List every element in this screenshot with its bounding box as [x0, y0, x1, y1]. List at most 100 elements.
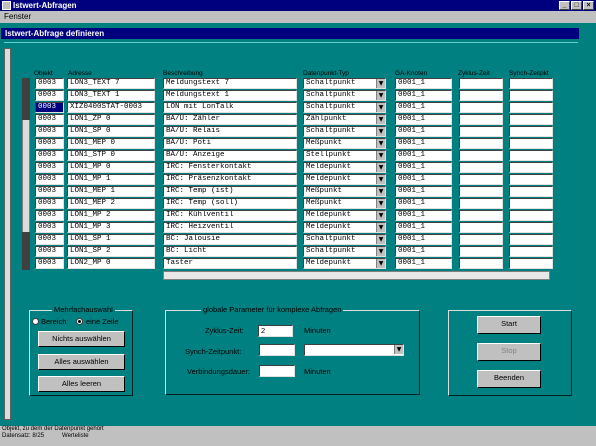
- cell-synch-zeitpkt[interactable]: [509, 258, 553, 269]
- cell-ga-knoten[interactable]: 0001_1: [395, 162, 452, 173]
- zyklus-zeit-input[interactable]: 2: [258, 325, 293, 337]
- cell-ga-knoten[interactable]: 0001_1: [395, 102, 452, 113]
- cell-zyklus-zeit[interactable]: [459, 210, 503, 221]
- chevron-down-icon[interactable]: ▼: [376, 115, 385, 124]
- cell-adresse[interactable]: LON1_SP 1: [67, 234, 155, 245]
- bereich-radio[interactable]: [32, 318, 39, 325]
- cell-adresse[interactable]: LON3_TEXT 7: [67, 78, 155, 89]
- cell-objekt[interactable]: 0003: [35, 90, 64, 101]
- cell-beschreibung[interactable]: IRC: Temp (ist): [163, 186, 297, 197]
- cell-beschreibung[interactable]: LON mit LonTalk: [163, 102, 297, 113]
- alles-leeren-button[interactable]: Alles leeren: [38, 376, 125, 392]
- stop-button[interactable]: Stop: [477, 343, 541, 361]
- chevron-down-icon[interactable]: ▼: [376, 259, 385, 268]
- cell-datenpunkt-typ[interactable]: Meldepunkt ▼: [303, 210, 386, 221]
- chevron-down-icon[interactable]: ▼: [376, 103, 385, 112]
- cell-synch-zeitpkt[interactable]: [509, 246, 553, 257]
- cell-objekt[interactable]: 0003: [35, 102, 64, 113]
- cell-adresse[interactable]: LON1_ZP 0: [67, 114, 155, 125]
- nichts-auswaehlen-button[interactable]: Nichts auswählen: [38, 331, 125, 347]
- cell-zyklus-zeit[interactable]: [459, 102, 503, 113]
- cell-synch-zeitpkt[interactable]: [509, 114, 553, 125]
- maximize-button[interactable]: □: [571, 1, 582, 10]
- cell-datenpunkt-typ[interactable]: Meßpunkt ▼: [303, 198, 386, 209]
- cell-objekt[interactable]: 0003: [35, 246, 64, 257]
- cell-datenpunkt-typ[interactable]: Schaltpunkt ▼: [303, 126, 386, 137]
- alles-auswaehlen-button[interactable]: Alles auswählen: [38, 354, 125, 370]
- cell-beschreibung[interactable]: BC: Jalousie: [163, 234, 297, 245]
- cell-ga-knoten[interactable]: 0001_1: [395, 198, 452, 209]
- chevron-down-icon[interactable]: ▼: [376, 223, 385, 232]
- cell-zyklus-zeit[interactable]: [459, 234, 503, 245]
- cell-adresse[interactable]: LON1_STP 0: [67, 150, 155, 161]
- cell-adresse[interactable]: LON1_MP 3: [67, 222, 155, 233]
- grid-horizontal-scrollbar[interactable]: [163, 271, 550, 280]
- beenden-button[interactable]: Beenden: [477, 370, 541, 388]
- cell-adresse[interactable]: LON1_MEP 2: [67, 198, 155, 209]
- cell-synch-zeitpkt[interactable]: [509, 174, 553, 185]
- app-icon[interactable]: [2, 1, 11, 10]
- cell-ga-knoten[interactable]: 0001_1: [395, 174, 452, 185]
- cell-datenpunkt-typ[interactable]: Meßpunkt ▼: [303, 186, 386, 197]
- cell-zyklus-zeit[interactable]: [459, 162, 503, 173]
- chevron-down-icon[interactable]: ▼: [376, 127, 385, 136]
- cell-datenpunkt-typ[interactable]: Meldepunkt ▼: [303, 222, 386, 233]
- cell-datenpunkt-typ[interactable]: Schaltpunkt ▼: [303, 246, 386, 257]
- cell-datenpunkt-typ[interactable]: Schaltpunkt ▼: [303, 234, 386, 245]
- cell-ga-knoten[interactable]: 0001_1: [395, 90, 452, 101]
- cell-objekt[interactable]: 0003: [35, 162, 64, 173]
- cell-zyklus-zeit[interactable]: [459, 150, 503, 161]
- synch-zeitpunkt-input[interactable]: [259, 344, 295, 356]
- cell-beschreibung[interactable]: IRC: Präsenzkontakt: [163, 174, 297, 185]
- cell-ga-knoten[interactable]: 0001_1: [395, 138, 452, 149]
- cell-datenpunkt-typ[interactable]: Meldepunkt ▼: [303, 258, 386, 269]
- menu-fenster[interactable]: Fenster: [4, 12, 31, 21]
- cell-synch-zeitpkt[interactable]: [509, 102, 553, 113]
- cell-synch-zeitpkt[interactable]: [509, 78, 553, 89]
- chevron-down-icon[interactable]: ▼: [376, 163, 385, 172]
- cell-ga-knoten[interactable]: 0001_1: [395, 210, 452, 221]
- cell-beschreibung[interactable]: IRC: Kühlventil: [163, 210, 297, 221]
- cell-ga-knoten[interactable]: 0001_1: [395, 78, 452, 89]
- cell-datenpunkt-typ[interactable]: Meldepunkt ▼: [303, 162, 386, 173]
- cell-synch-zeitpkt[interactable]: [509, 186, 553, 197]
- chevron-down-icon[interactable]: ▼: [376, 139, 385, 148]
- cell-zyklus-zeit[interactable]: [459, 126, 503, 137]
- cell-objekt[interactable]: 0003: [35, 78, 64, 89]
- cell-datenpunkt-typ[interactable]: Schaltpunkt ▼: [303, 90, 386, 101]
- cell-synch-zeitpkt[interactable]: [509, 234, 553, 245]
- cell-objekt[interactable]: 0003: [35, 150, 64, 161]
- eine-zeile-radio[interactable]: [76, 318, 83, 325]
- cell-datenpunkt-typ[interactable]: Schaltpunkt ▼: [303, 78, 386, 89]
- cell-beschreibung[interactable]: Meldungstext 7: [163, 78, 297, 89]
- cell-ga-knoten[interactable]: 0001_1: [395, 222, 452, 233]
- chevron-down-icon[interactable]: ▼: [376, 175, 385, 184]
- cell-zyklus-zeit[interactable]: [459, 114, 503, 125]
- cell-datenpunkt-typ[interactable]: Stellpunkt ▼: [303, 150, 386, 161]
- cell-objekt[interactable]: 0003: [35, 198, 64, 209]
- chevron-down-icon[interactable]: ▼: [376, 79, 385, 88]
- chevron-down-icon[interactable]: ▼: [394, 345, 403, 354]
- cell-datenpunkt-typ[interactable]: Meldepunkt ▼: [303, 174, 386, 185]
- chevron-down-icon[interactable]: ▼: [376, 187, 385, 196]
- cell-beschreibung[interactable]: Taster: [163, 258, 297, 269]
- chevron-down-icon[interactable]: ▼: [376, 211, 385, 220]
- chevron-down-icon[interactable]: ▼: [376, 247, 385, 256]
- cell-beschreibung[interactable]: IRC: Heizventil: [163, 222, 297, 233]
- cell-beschreibung[interactable]: BA/U: Poti: [163, 138, 297, 149]
- cell-beschreibung[interactable]: IRC: Fensterkontakt: [163, 162, 297, 173]
- cell-objekt[interactable]: 0003: [35, 210, 64, 221]
- cell-objekt[interactable]: 0003: [35, 114, 64, 125]
- cell-ga-knoten[interactable]: 0001_1: [395, 114, 452, 125]
- cell-zyklus-zeit[interactable]: [459, 246, 503, 257]
- cell-adresse[interactable]: LON3_TEXT 1: [67, 90, 155, 101]
- start-button[interactable]: Start: [477, 316, 541, 334]
- cell-zyklus-zeit[interactable]: [459, 174, 503, 185]
- cell-ga-knoten[interactable]: 0001_1: [395, 186, 452, 197]
- cell-beschreibung[interactable]: BA/U: Relais: [163, 126, 297, 137]
- cell-objekt[interactable]: 0003: [35, 234, 64, 245]
- cell-ga-knoten[interactable]: 0001_1: [395, 150, 452, 161]
- chevron-down-icon[interactable]: ▼: [376, 151, 385, 160]
- synch-zeitpunkt-dropdown[interactable]: ▼: [304, 344, 404, 356]
- close-button[interactable]: ×: [583, 1, 594, 10]
